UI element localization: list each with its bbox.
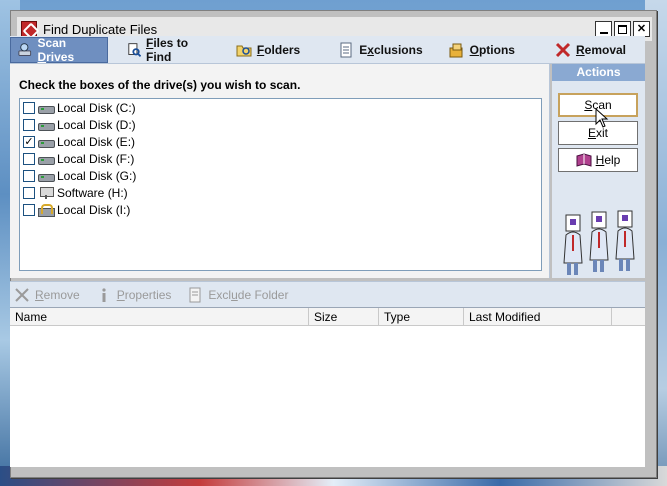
- tab-label: Scan Drives: [37, 35, 75, 64]
- drive-item-g[interactable]: Local Disk (G:): [20, 167, 541, 184]
- remove-button[interactable]: Remove: [14, 287, 80, 303]
- files-to-find-icon: [127, 42, 141, 57]
- tab-label: Folders: [256, 42, 301, 57]
- tab-label: Files to Find: [146, 35, 189, 64]
- tab-label: Removal: [575, 42, 626, 57]
- drive-item-f[interactable]: Local Disk (F:): [20, 150, 541, 167]
- help-button-label: Help: [595, 153, 621, 167]
- drive-item-e[interactable]: ✓ Local Disk (E:): [20, 133, 541, 150]
- drive-label: Local Disk (C:): [57, 100, 136, 115]
- checkmark-icon: ✓: [24, 135, 34, 148]
- tab-exclusions[interactable]: Exclusions: [331, 37, 429, 63]
- column-header-size[interactable]: Size: [309, 308, 379, 326]
- drive-label: Local Disk (D:): [57, 117, 136, 132]
- hard-drive-icon: [38, 102, 55, 114]
- drive-item-c[interactable]: Local Disk (C:): [20, 99, 541, 116]
- drive-item-h[interactable]: Software (H:): [20, 184, 541, 201]
- info-icon: [102, 287, 106, 302]
- main-toolbar: Scan Drives Files to Find Folders Exclus…: [10, 36, 645, 64]
- results-header: Name Size Type Last Modified: [10, 308, 645, 326]
- column-header-last-modified[interactable]: Last Modified: [464, 308, 612, 326]
- drive-checkbox-checked[interactable]: ✓: [23, 135, 35, 148]
- properties-button[interactable]: Properties: [96, 287, 172, 303]
- drive-label: Local Disk (F:): [57, 151, 135, 166]
- remove-icon: [15, 287, 29, 302]
- drive-checkbox[interactable]: [23, 152, 35, 165]
- close-icon: ✕: [636, 22, 647, 35]
- drive-checkbox[interactable]: [23, 203, 35, 216]
- scan-drives-icon: [18, 42, 32, 56]
- minimize-button[interactable]: [595, 21, 612, 37]
- drive-checkbox[interactable]: [23, 186, 35, 199]
- properties-label: Properties: [116, 287, 172, 302]
- drive-label: Software (H:): [57, 185, 128, 200]
- column-header-name[interactable]: Name: [10, 308, 309, 326]
- tab-folders[interactable]: Folders: [229, 37, 307, 63]
- close-button[interactable]: ✕: [633, 21, 650, 37]
- help-button[interactable]: Help: [558, 148, 638, 172]
- hard-drive-icon: [38, 170, 55, 182]
- tab-removal[interactable]: Removal: [548, 37, 633, 63]
- exclusions-icon: [340, 42, 352, 57]
- results-list[interactable]: Name Size Type Last Modified: [10, 307, 645, 467]
- tab-label: Exclusions: [359, 42, 423, 57]
- minimize-icon: [599, 31, 608, 34]
- remove-label: Remove: [35, 287, 80, 302]
- actions-header: Actions: [552, 64, 645, 81]
- tab-files-to-find[interactable]: Files to Find: [120, 35, 217, 64]
- tab-scan-drives[interactable]: Scan Drives: [10, 35, 108, 64]
- exclude-folder-button[interactable]: Exclude Folder: [187, 287, 288, 303]
- window-title: Find Duplicate Files: [43, 21, 158, 37]
- hard-drive-icon: [38, 153, 55, 165]
- network-drive-icon: [38, 186, 54, 199]
- drive-list[interactable]: Local Disk (C:) Local Disk (D:) ✓ Local …: [19, 98, 542, 271]
- maximize-icon: [618, 24, 627, 34]
- actions-panel: Actions Scan Exit Help: [552, 64, 645, 278]
- drive-checkbox[interactable]: [23, 101, 35, 114]
- folders-icon: [236, 45, 252, 56]
- maximize-button[interactable]: [614, 21, 631, 37]
- tab-label: Options: [469, 42, 515, 57]
- drive-item-d[interactable]: Local Disk (D:): [20, 116, 541, 133]
- scan-drives-panel: Check the boxes of the drive(s) you wish…: [10, 64, 550, 278]
- help-book-icon: [576, 153, 592, 167]
- locked-drive-icon: [38, 203, 55, 217]
- document-icon: [189, 287, 201, 302]
- drive-checkbox[interactable]: [23, 118, 35, 131]
- app-icon: [21, 21, 37, 37]
- mascots-illustration: [563, 210, 635, 275]
- removal-icon: [555, 42, 571, 57]
- drive-checkbox[interactable]: [23, 169, 35, 182]
- drive-item-i[interactable]: Local Disk (I:): [20, 201, 541, 218]
- options-icon: [449, 43, 463, 57]
- instruction-text: Check the boxes of the drive(s) you wish…: [19, 78, 301, 92]
- mouse-cursor-icon: [595, 108, 609, 128]
- drive-label: Local Disk (G:): [57, 168, 137, 183]
- hard-drive-icon: [38, 119, 55, 131]
- exclude-folder-label: Exclude Folder: [208, 287, 289, 302]
- drive-label: Local Disk (E:): [57, 134, 136, 149]
- tab-options[interactable]: Options: [442, 37, 522, 63]
- exit-button-label: Exit: [587, 126, 608, 140]
- hard-drive-icon: [38, 136, 55, 148]
- drive-label: Local Disk (I:): [57, 202, 131, 217]
- results-toolbar: Remove Properties Exclude Folder: [10, 281, 645, 307]
- column-header-type[interactable]: Type: [379, 308, 464, 326]
